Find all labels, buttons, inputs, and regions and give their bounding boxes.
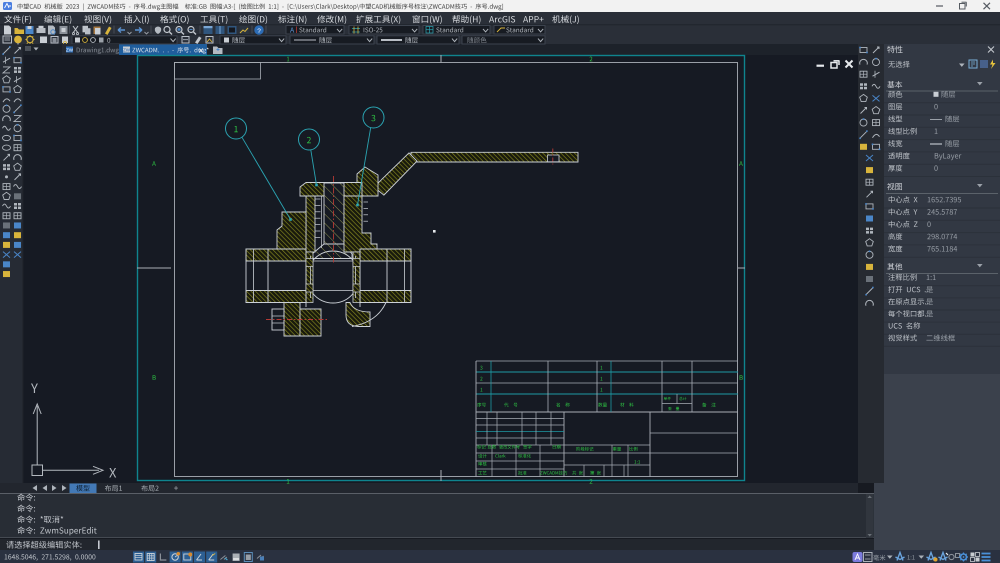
svg-text:?: ? bbox=[257, 28, 261, 35]
svg-text:ZW: ZW bbox=[66, 48, 74, 53]
svg-text:ZW: ZW bbox=[123, 48, 131, 53]
